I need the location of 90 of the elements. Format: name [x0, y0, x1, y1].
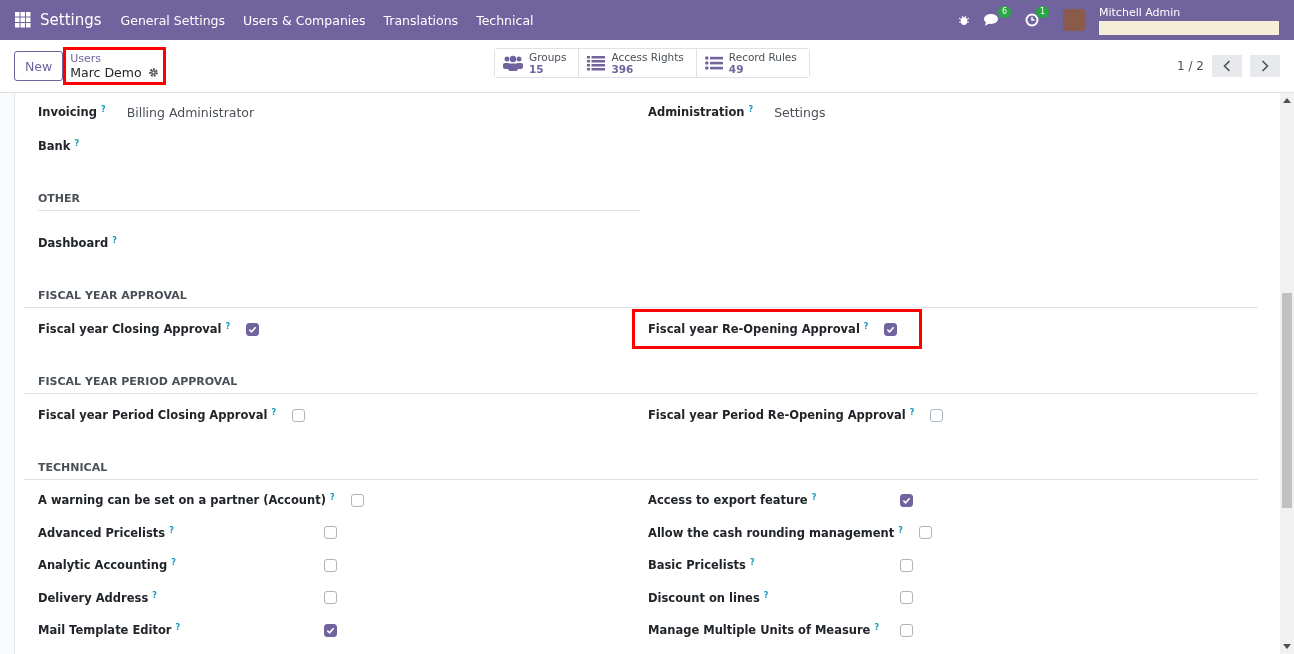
help-mark[interactable]: ? — [175, 623, 181, 633]
previous-button[interactable] — [1212, 55, 1242, 77]
clock-icon[interactable] — [1025, 13, 1039, 27]
field-label: Fiscal year Period Re-Opening Approval — [648, 408, 906, 422]
menu-item[interactable]: Users & Companies — [234, 12, 375, 28]
app-title[interactable]: Settings — [40, 11, 102, 29]
field-label: A warning can be set on a partner (Account) — [38, 493, 326, 508]
checkbox[interactable] — [324, 623, 337, 637]
list-icon — [704, 56, 723, 70]
section-title: OTHER — [37, 191, 82, 207]
breadcrumb-link[interactable]: Users — [70, 52, 159, 65]
notification-badge: 1 — [1035, 6, 1049, 18]
list-icon — [587, 55, 606, 71]
field-label: Manage Multiple Units of Measure — [648, 623, 871, 638]
checkbox[interactable] — [350, 493, 364, 507]
apps-grid-icon[interactable] — [15, 12, 31, 28]
smart-button-count: 49 — [728, 63, 745, 75]
field-value[interactable]: Billing Administrator — [126, 104, 255, 120]
checkbox[interactable] — [292, 408, 306, 422]
menu-item[interactable]: General Settings — [111, 12, 235, 28]
chevron-left-icon — [1223, 60, 1231, 72]
menu-item[interactable]: Translations — [374, 12, 468, 28]
field-label: Bank — [38, 139, 71, 153]
section-title: TECHNICAL — [37, 460, 109, 476]
help-mark[interactable]: ? — [101, 105, 106, 114]
help-mark[interactable]: ? — [112, 236, 117, 245]
help-mark[interactable]: ? — [169, 525, 174, 535]
checkbox[interactable] — [246, 322, 260, 336]
smart-button[interactable]: Record Rules 49 — [695, 49, 809, 77]
user-name[interactable]: Mitchell Admin — [1099, 5, 1279, 19]
smart-button-count: 15 — [529, 63, 545, 75]
scroll-down-icon[interactable] — [1283, 644, 1291, 650]
help-mark[interactable]: ? — [271, 408, 277, 417]
scroll-up-icon[interactable] — [1283, 97, 1291, 103]
field-label: Basic Pricelists — [648, 558, 746, 573]
smart-button-count: 396 — [611, 63, 635, 75]
field-label: Discount on lines — [648, 590, 760, 605]
checkbox[interactable] — [900, 493, 913, 507]
checkbox[interactable] — [324, 591, 337, 605]
bug-icon[interactable] — [958, 14, 970, 26]
checkbox[interactable] — [884, 322, 898, 336]
new-button[interactable]: New — [14, 51, 64, 81]
next-button[interactable] — [1250, 55, 1280, 77]
checkbox[interactable] — [324, 526, 337, 540]
help-mark[interactable]: ? — [329, 493, 335, 503]
section-title: FISCAL YEAR PERIOD APPROVAL — [37, 374, 239, 390]
record-name: Marc Demo — [70, 65, 142, 80]
menu-item[interactable]: Technical — [467, 12, 543, 28]
field-label: Analytic Accounting — [38, 558, 168, 573]
smart-button-label: Groups — [529, 51, 567, 63]
help-mark[interactable]: ? — [225, 322, 231, 331]
checkbox[interactable] — [918, 526, 932, 540]
field-label: Fiscal year Period Closing Approval — [38, 408, 268, 422]
field-label: Administration — [648, 105, 745, 119]
notification-badge: 6 — [997, 6, 1011, 18]
scrollbar[interactable] — [1280, 93, 1294, 654]
help-mark[interactable]: ? — [863, 322, 869, 331]
field-label: Invoicing — [38, 105, 97, 119]
help-mark[interactable]: ? — [152, 590, 157, 600]
chevron-right-icon — [1261, 60, 1269, 72]
checkbox[interactable] — [324, 558, 337, 572]
chat-icon[interactable] — [984, 13, 1001, 27]
checkbox[interactable] — [930, 408, 944, 422]
checkbox[interactable] — [900, 591, 913, 605]
field-label: Access to export feature — [648, 493, 808, 508]
help-mark[interactable]: ? — [171, 558, 176, 568]
field-label: Fiscal year Re-Opening Approval — [648, 322, 860, 336]
help-mark[interactable]: ? — [749, 558, 755, 568]
smart-button-label: Record Rules — [728, 51, 797, 63]
smart-button-label: Access Rights — [611, 51, 684, 63]
field-label: Delivery Address — [38, 590, 149, 605]
checkbox[interactable] — [900, 623, 913, 637]
field-label: Fiscal year Closing Approval — [38, 322, 222, 336]
field-label: Advanced Pricelists — [38, 525, 166, 540]
help-mark[interactable]: ? — [811, 493, 817, 503]
help-mark[interactable]: ? — [898, 525, 903, 535]
field-label: Mail Template Editor — [38, 623, 172, 638]
help-mark[interactable]: ? — [909, 408, 915, 417]
users-icon — [503, 55, 523, 71]
pager-value: 1 / 2 — [1177, 59, 1204, 73]
help-mark[interactable]: ? — [74, 139, 79, 148]
field-label: Allow the cash rounding management — [648, 525, 895, 540]
section-title: FISCAL YEAR APPROVAL — [37, 288, 188, 304]
help-mark[interactable]: ? — [763, 590, 769, 600]
help-mark[interactable]: ? — [874, 623, 880, 633]
field-label: Dashboard — [38, 236, 109, 250]
gear-icon[interactable] — [147, 67, 159, 78]
checkbox[interactable] — [900, 558, 913, 572]
help-mark[interactable]: ? — [748, 105, 754, 114]
field-value[interactable]: Settings — [774, 104, 826, 120]
